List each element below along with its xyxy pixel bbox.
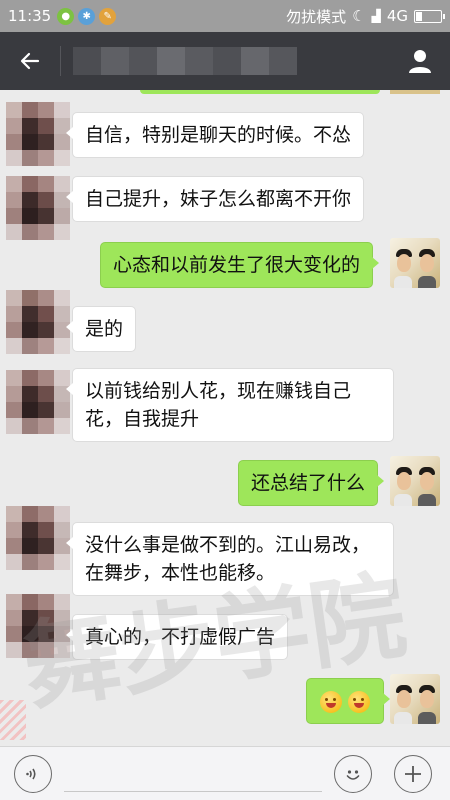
my-avatar[interactable] [390, 238, 440, 288]
battery-icon [414, 9, 445, 23]
contact-avatar[interactable] [6, 290, 70, 354]
voice-button[interactable] [14, 754, 52, 793]
contact-avatar[interactable] [6, 370, 70, 434]
app-notify-icon: ✱ [78, 7, 96, 25]
contact-avatar[interactable] [6, 506, 70, 570]
message-bubble-incoming[interactable]: 以前钱给别人花，现在赚钱自己花，自我提升 [66, 368, 394, 442]
watermark-logo [0, 700, 26, 740]
wechat-notify-icon: ● [57, 7, 75, 25]
signal-icon: ▟ [371, 9, 381, 23]
contact-avatar[interactable] [6, 594, 70, 658]
message-bubble-outgoing[interactable]: 心态和以前发生了很大变化的 [100, 242, 380, 288]
chat-info-button[interactable] [390, 32, 450, 90]
contact-avatar[interactable] [6, 176, 70, 240]
my-avatar[interactable] [390, 674, 440, 724]
message-bubble-incoming[interactable]: 真心的，不打虚假广告 [65, 614, 289, 660]
my-avatar[interactable] [390, 456, 440, 506]
chat-message-list[interactable]: 自信，特别是聊天的时候。不怂 自己提升，妹子怎么都离不开你 心态和以前发生了很大… [0, 90, 450, 746]
status-bar: 11:35 ● ✱ ✎ 勿扰模式 ☾ ▟ 4G [0, 0, 450, 32]
message-input[interactable] [64, 755, 322, 792]
emoji-button[interactable] [334, 754, 372, 793]
message-bubble-incoming[interactable]: 是的 [65, 306, 137, 352]
dnd-mode-label: 勿扰模式 [286, 7, 347, 26]
contact-avatar[interactable] [6, 102, 70, 166]
message-bubble-incoming[interactable]: 自己提升，妹子怎么都离不开你 [65, 176, 365, 222]
message-bubble-incoming[interactable]: 自信，特别是聊天的时候。不怂 [65, 112, 365, 158]
title-bar [0, 32, 450, 90]
status-time: 11:35 [8, 7, 52, 25]
partial-avatar [390, 90, 440, 94]
message-bubble-outgoing[interactable]: 还总结了什么 [238, 460, 385, 506]
grinning-emoji-icon [320, 690, 342, 713]
moon-icon: ☾ [352, 7, 366, 25]
back-button[interactable] [0, 32, 60, 90]
smiley-icon [346, 769, 360, 780]
voice-icon [26, 768, 36, 779]
edit-notify-icon: ✎ [99, 7, 117, 25]
title-divider [60, 46, 61, 76]
plus-icon [405, 765, 421, 782]
more-button[interactable] [394, 754, 432, 793]
input-bar [0, 746, 450, 800]
message-bubble-incoming[interactable]: 没什么事是做不到的。江山易改，在舞步，本性也能移。 [66, 522, 394, 596]
person-icon [409, 50, 431, 73]
chat-title-blurred [73, 47, 297, 75]
grinning-emoji-icon [348, 690, 370, 713]
partial-bubble [140, 90, 380, 94]
back-arrow-icon [20, 52, 40, 70]
network-type: 4G [386, 7, 408, 25]
message-bubble-outgoing[interactable] [306, 678, 390, 724]
